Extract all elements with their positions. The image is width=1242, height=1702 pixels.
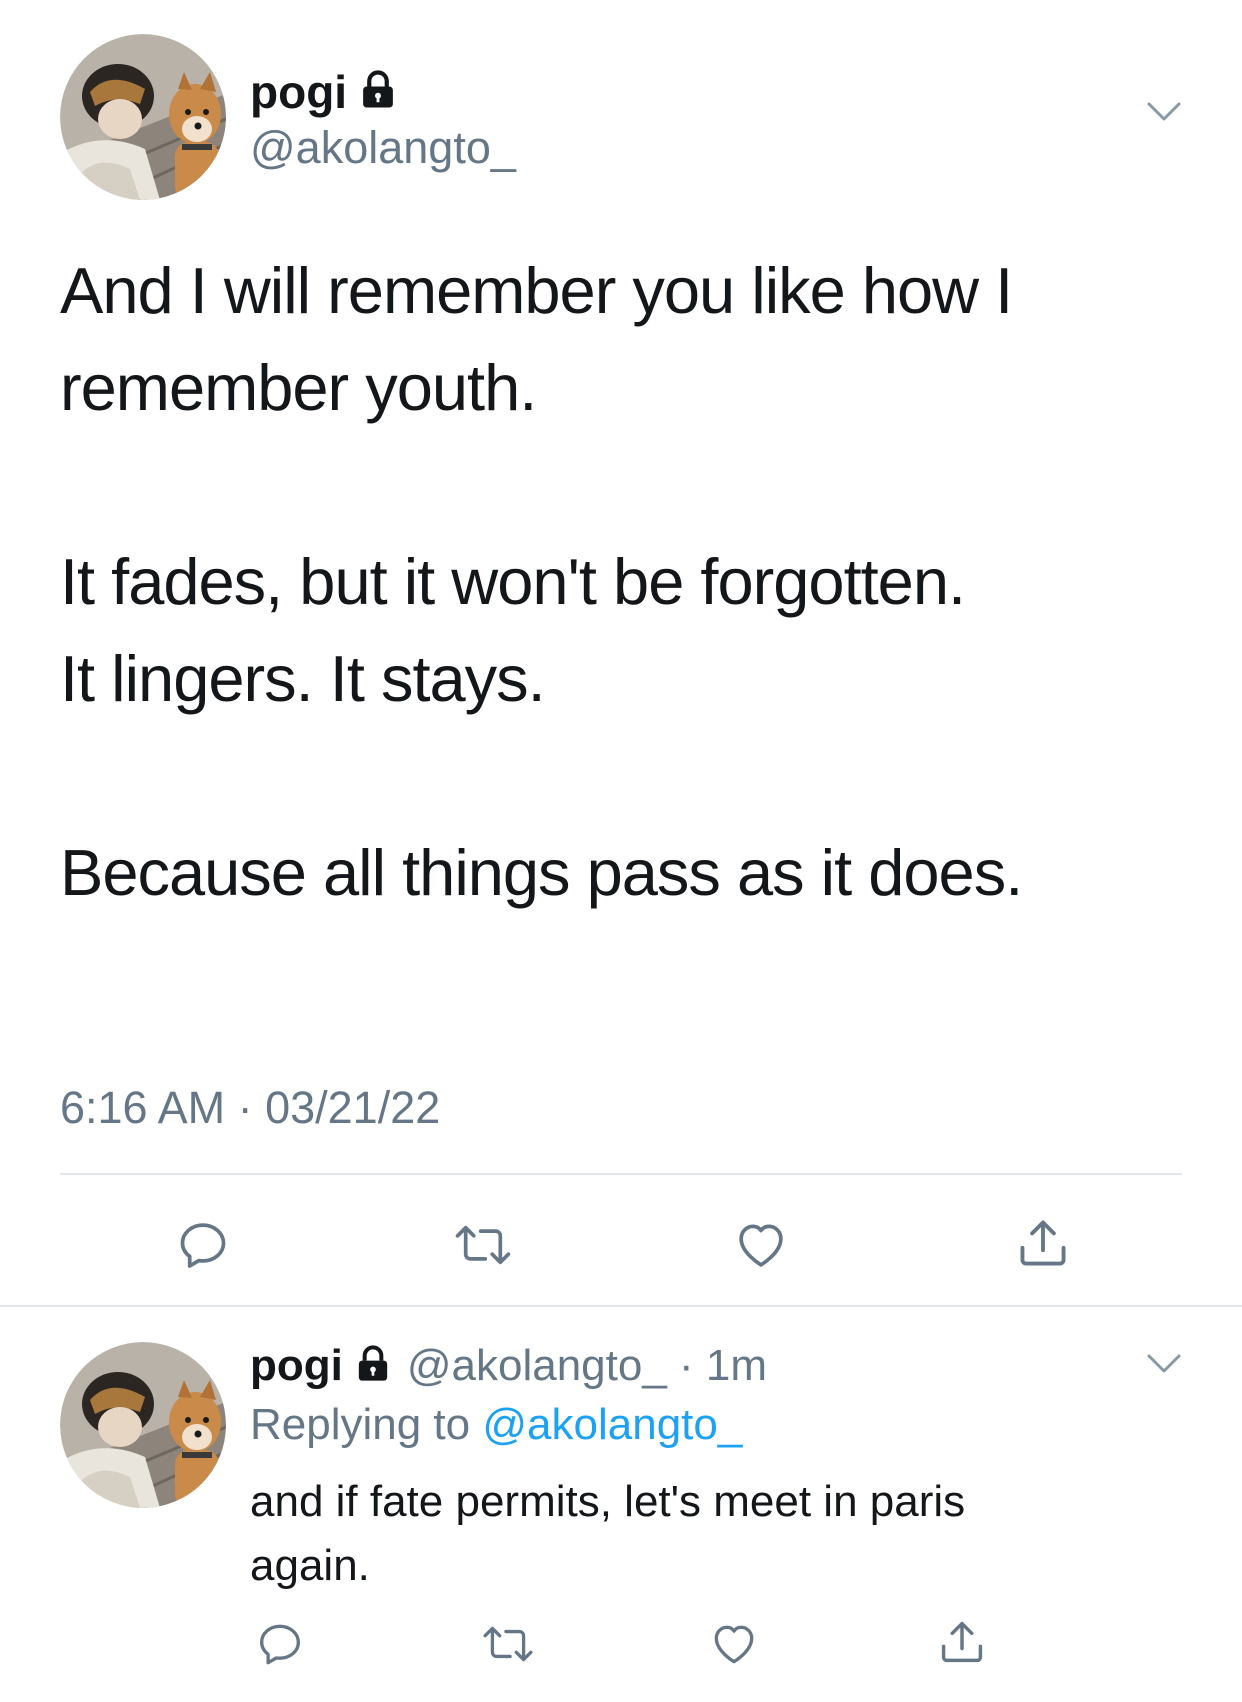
like-icon: [714, 1625, 754, 1664]
share-icon: [1020, 1220, 1066, 1266]
divider: [60, 1173, 1182, 1175]
author-name-row: pogi: [250, 62, 399, 122]
retweet-icon: [455, 1225, 511, 1265]
reply-handle-time[interactable]: @akolangto_ · 1m: [407, 1341, 767, 1391]
reply-text-line: again.: [250, 1541, 370, 1590]
reply-icon: [260, 1624, 300, 1665]
replying-to-handle[interactable]: @akolangto_: [482, 1400, 742, 1449]
chevron-down-icon[interactable]: [1146, 100, 1182, 129]
reply-text-line: and if fate permits, let's meet in paris: [250, 1477, 966, 1526]
retweet-icon: [483, 1626, 533, 1662]
tweet-text: And I will remember you like how I remem…: [60, 242, 1023, 921]
reply-button[interactable]: [250, 1614, 310, 1674]
share-button[interactable]: [1008, 1208, 1078, 1278]
display-name[interactable]: pogi: [250, 65, 347, 119]
lock-icon: [353, 1344, 393, 1389]
avatar[interactable]: [60, 34, 226, 200]
reply-author-row: pogi @akolangto_ · 1m: [250, 1338, 767, 1394]
share-icon: [941, 1621, 983, 1663]
tweet-text-line: It fades, but it won't be forgotten.: [60, 545, 966, 618]
replying-to: Replying to @akolangto_: [250, 1400, 742, 1450]
like-button[interactable]: [726, 1210, 796, 1280]
reply-button[interactable]: [168, 1210, 238, 1280]
tweet-text-line: It lingers. It stays.: [60, 642, 546, 715]
section-divider: [0, 1305, 1242, 1307]
reply-icon: [180, 1223, 226, 1268]
share-button[interactable]: [932, 1612, 992, 1672]
retweet-button[interactable]: [478, 1614, 538, 1674]
lock-icon: [357, 69, 399, 116]
like-icon: [739, 1224, 783, 1267]
display-name[interactable]: pogi: [250, 1341, 343, 1391]
reply-text: and if fate permits, let's meet in paris…: [250, 1470, 965, 1598]
replying-to-label: Replying to: [250, 1400, 471, 1449]
chevron-down-icon[interactable]: [1146, 1352, 1182, 1381]
tweet-text-line: Because all things pass as it does.: [60, 836, 1023, 909]
tweet-text-line: And I will remember you like how I: [60, 254, 1013, 327]
avatar[interactable]: [60, 1342, 226, 1508]
tweet-text-line: remember youth.: [60, 351, 537, 424]
tweet-timestamp[interactable]: 6:16 AM · 03/21/22: [60, 1082, 440, 1134]
author-handle[interactable]: @akolangto_: [250, 122, 516, 174]
retweet-button[interactable]: [448, 1210, 518, 1280]
like-button[interactable]: [704, 1614, 764, 1674]
